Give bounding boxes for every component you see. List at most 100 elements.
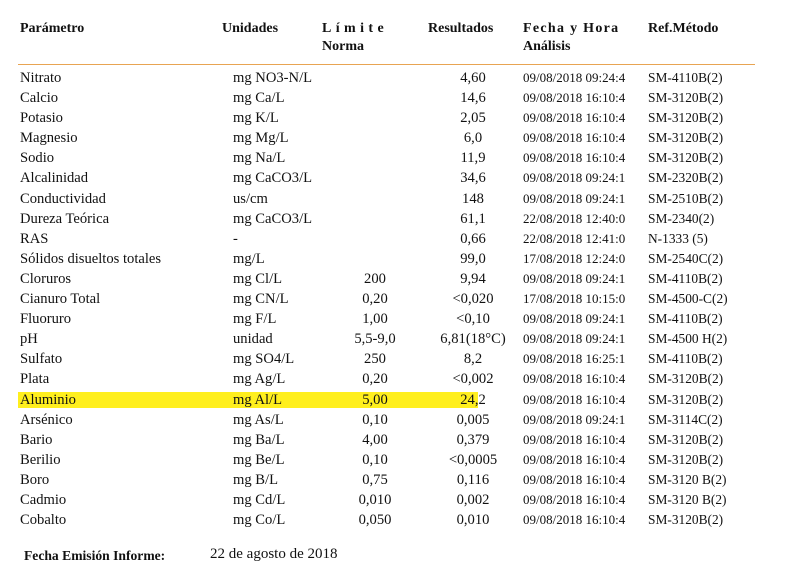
cell-unidades: us/cm [233,190,268,207]
table-header: Parámetro Unidades Límite Norma Resultad… [0,0,800,66]
table-row: Cianuro Total mg CN/L 0,20 <0,020 17/08/2018… [0,289,800,309]
cell-resultado: <0,10 [456,311,490,328]
cell-fecha: 09/08/2018 09:24:1 [523,411,626,427]
cell-parametro: Aluminio [20,391,76,408]
cell-unidades: mg B/L [233,471,278,488]
cell-parametro: Sodio [20,150,55,167]
table-row: Arsénico mg As/L 0,10 0,005 09/08/2018 09:24… [0,410,800,430]
cell-fecha: 17/08/2018 12:24:0 [523,250,626,266]
table-row-highlighted: Aluminio mg Al/L 5,00 24,2 09/08/2018 16:10:… [0,390,800,410]
cell-fecha: 09/08/2018 16:10:4 [523,371,626,387]
cell-resultado: 9,94 [460,270,486,287]
cell-unidades: mg CN/L [233,291,289,308]
table-row: Bario mg Ba/L 4,00 0,379 09/08/2018 16:10:4 S… [0,430,800,450]
cell-parametro: Boro [20,471,50,488]
cell-fecha: 09/08/2018 16:10:4 [523,150,626,166]
header-limite: Límite Norma [322,20,388,56]
cell-parametro: Plata [20,371,50,388]
table-row: Potasio mg K/L 2,05 09/08/2018 16:10:4 SM-31… [0,108,800,128]
cell-ref-metodo: SM-2510B(2) [648,190,724,206]
cell-unidades: unidad [233,331,273,348]
cell-parametro: Dureza Teórica [20,210,110,227]
cell-parametro: Cloruros [20,270,72,287]
cell-resultado: 2,05 [460,110,486,127]
cell-unidades: mg Co/L [233,512,286,529]
header-fecha-line2: Análisis [523,39,571,54]
cell-ref-metodo: SM-3120B(2) [648,90,724,106]
cell-resultado: 34,6 [460,170,486,187]
cell-ref-metodo: SM-3120B(2) [648,451,724,467]
table-row: RAS - 0,66 22/08/2018 12:41:0 N-1333 (5) [0,229,800,249]
header-resultados: Resultados [428,21,494,36]
cell-parametro: Berilio [20,451,61,468]
cell-unidades: mg SO4/L [233,351,295,368]
cell-fecha: 09/08/2018 16:10:4 [523,471,626,487]
cell-ref-metodo: SM-3120B(2) [648,431,724,447]
cell-ref-metodo: SM-3120B(2) [648,391,724,407]
cell-parametro: Magnesio [20,130,78,147]
header-parametro: Parámetro [20,21,85,36]
cell-ref-metodo: SM-2340(2) [648,210,715,226]
cell-unidades: mg Na/L [233,150,286,167]
issue-date-label: Fecha Emisión Informe: [24,548,166,563]
cell-resultado: <0,002 [452,371,494,388]
table-row: Conductividad us/cm 148 09/08/2018 09:24:1 S… [0,189,800,209]
cell-unidades: mg Al/L [233,391,283,408]
cell-parametro: Cianuro Total [20,291,101,308]
cell-resultado: 0,116 [456,471,490,488]
cell-ref-metodo: SM-4110B(2) [648,270,723,286]
cell-ref-metodo: SM-4500-C(2) [648,291,728,307]
cell-parametro: Potasio [20,110,63,127]
cell-resultado: 8,2 [463,351,483,368]
cell-ref-metodo: SM-3120 B(2) [648,471,727,487]
cell-fecha: 09/08/2018 16:10:4 [523,491,626,507]
table-row: Cobalto mg Co/L 0,050 0,010 09/08/2018 16:10… [0,510,800,530]
cell-resultado: 0,002 [456,491,490,508]
cell-resultado: 0,379 [456,431,490,448]
cell-ref-metodo: SM-4500 H(2) [648,331,728,347]
cell-ref-metodo: SM-3120B(2) [648,371,724,387]
cell-fecha: 09/08/2018 16:10:4 [523,431,626,447]
cell-resultado: 0,005 [456,411,490,428]
cell-fecha: 22/08/2018 12:40:0 [523,210,626,226]
cell-resultado: 99,0 [460,250,486,267]
cell-parametro: Cadmio [20,491,67,508]
results-table: Nitrato mg NO3-N/L 4,60 09/08/2018 09:24:4 S… [0,68,800,530]
cell-ref-metodo: SM-3120B(2) [648,150,724,166]
header-ref-metodo: Ref.Método [648,21,719,36]
issue-date-value: 22 de agosto de 2018 [210,546,338,562]
cell-fecha: 22/08/2018 12:41:0 [523,230,626,246]
table-row: Calcio mg Ca/L 14,6 09/08/2018 16:10:4 SM-31… [0,88,800,108]
cell-unidades: mg Ba/L [233,431,285,448]
cell-fecha: 09/08/2018 09:24:1 [523,311,626,327]
cell-parametro: Cobalto [20,512,67,529]
cell-resultado: 148 [462,190,484,207]
cell-parametro: Nitrato [20,70,62,86]
table-row: Magnesio mg Mg/L 6,0 09/08/2018 16:10:4 SM-3… [0,128,800,148]
cell-parametro: Alcalinidad [20,170,89,187]
cell-ref-metodo: SM-3120B(2) [648,130,724,146]
cell-fecha: 09/08/2018 09:24:1 [523,190,626,206]
cell-ref-metodo: SM-3114C(2) [648,411,723,427]
cell-unidades: mg NO3-N/L [233,70,313,86]
cell-resultado: 11,9 [460,150,486,167]
cell-resultado: 14,6 [460,90,486,107]
table-row: pH unidad 5,5-9,0 6,81(18°C) 09/08/2018 09:2… [0,329,800,349]
cell-resultado: <0,0005 [448,451,498,468]
cell-resultado: 0,66 [460,230,486,247]
cell-ref-metodo: N-1333 (5) [648,230,708,246]
table-row: Sodio mg Na/L 11,9 09/08/2018 16:10:4 SM-312… [0,148,800,168]
cell-fecha: 09/08/2018 09:24:1 [523,170,626,186]
cell-ref-metodo: SM-2320B(2) [648,170,724,186]
table-row: Sólidos disueltos totales mg/L 99,0 17/08/2… [0,249,800,269]
cell-unidades: mg Cl/L [233,270,283,287]
cell-ref-metodo: SM-3120 B(2) [648,491,727,507]
cell-ref-metodo: SM-3120B(2) [648,110,724,126]
table-row: Cloruros mg Cl/L 200 9,94 09/08/2018 09:24:1… [0,269,800,289]
cell-fecha: 09/08/2018 16:10:4 [523,130,626,146]
cell-parametro: Fluoruro [20,311,72,328]
cell-fecha: 09/08/2018 16:10:4 [523,391,626,407]
cell-fecha: 09/08/2018 16:25:1 [523,351,626,367]
cell-fecha: 09/08/2018 09:24:4 [523,70,626,85]
cell-unidades: mg As/L [233,411,284,428]
